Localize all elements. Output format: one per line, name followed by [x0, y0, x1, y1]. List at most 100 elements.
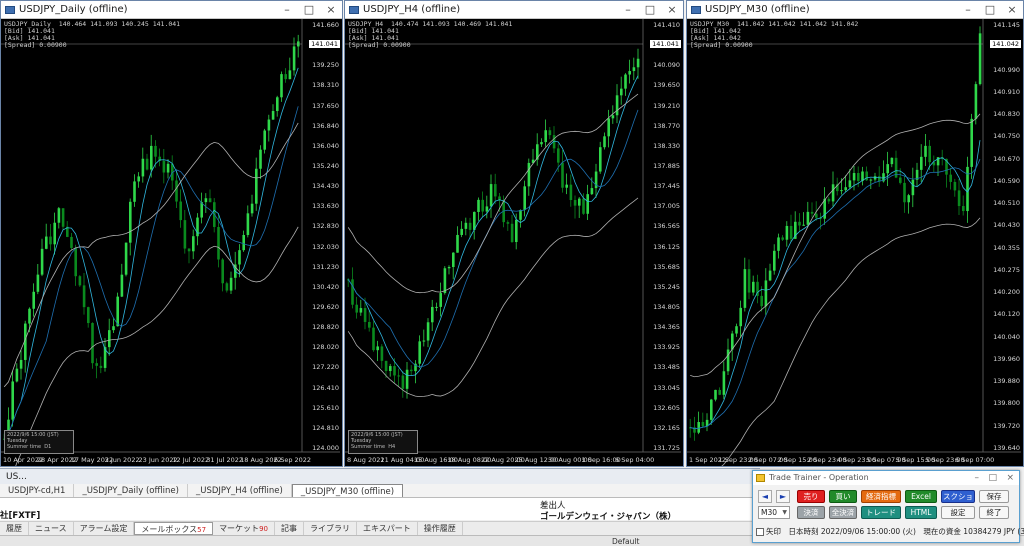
- candle-body: [481, 199, 484, 212]
- candle-body: [953, 181, 957, 191]
- close-icon[interactable]: ×: [1001, 1, 1023, 18]
- close-icon[interactable]: ×: [661, 1, 683, 18]
- exit-button[interactable]: 終了: [979, 506, 1009, 519]
- tab-chart[interactable]: _USDJPY_H4 (offline): [188, 484, 292, 497]
- chart-window-titlebar[interactable]: USDJPY_H4 (offline) – □ ×: [345, 1, 683, 19]
- price-tick-label: 138.310: [312, 81, 339, 90]
- price-tick-label: 136.565: [653, 222, 680, 231]
- sell-button[interactable]: 売り: [797, 490, 825, 503]
- candle-body: [777, 237, 780, 251]
- candle-body: [726, 349, 730, 372]
- candle-body: [489, 184, 493, 207]
- candle-body: [468, 222, 472, 230]
- chart-area[interactable]: USDJPY_Daily 140.464 141.093 140.245 141…: [1, 19, 342, 466]
- candle-body: [970, 118, 973, 167]
- buy-button[interactable]: 買い: [829, 490, 857, 503]
- candle-body: [632, 67, 636, 72]
- html-button[interactable]: HTML: [905, 506, 937, 519]
- candle-body: [443, 268, 447, 294]
- close-icon[interactable]: ×: [1006, 471, 1014, 485]
- tab-news[interactable]: ニュース: [29, 522, 74, 535]
- candle-body: [603, 136, 606, 148]
- app-icon: [756, 474, 765, 482]
- price-tick-label: 140.040: [993, 332, 1020, 341]
- indicators-button[interactable]: 経済指標: [861, 490, 901, 503]
- minimize-icon[interactable]: –: [276, 1, 298, 18]
- maximize-icon[interactable]: □: [988, 471, 997, 485]
- candle-body: [519, 209, 522, 220]
- candle-body: [714, 389, 717, 400]
- candle-body: [11, 381, 14, 420]
- timeframe-select[interactable]: M30 ▼: [758, 506, 790, 519]
- save-button[interactable]: 保存: [979, 490, 1009, 503]
- moving-average-fast: [690, 140, 981, 430]
- candle-body: [99, 365, 103, 368]
- chart-window-icon: [349, 5, 359, 14]
- tab-chart[interactable]: _USDJPY_Daily (offline): [74, 484, 188, 497]
- tab-mailbox[interactable]: メールボックス57: [134, 522, 214, 535]
- candle-body: [624, 74, 627, 89]
- moving-average-slow: [690, 158, 981, 430]
- candle-body: [368, 321, 371, 328]
- terminal-titlebar[interactable]: US...: [0, 468, 760, 484]
- excel-button[interactable]: Excel: [905, 490, 937, 503]
- price-tick-label: 137.005: [653, 202, 680, 211]
- chart-window-h4[interactable]: USDJPY_H4 (offline) – □ × USDJPY_H4 140.474…: [344, 0, 684, 467]
- tab-experts[interactable]: エキスパート: [357, 522, 418, 535]
- chart-window-m30[interactable]: USDJPY_M30 (offline) – □ × USDJPY_M30 141.0…: [686, 0, 1024, 467]
- candle-body: [120, 274, 124, 297]
- candle-body: [607, 118, 610, 137]
- tab-articles[interactable]: 記事: [275, 522, 304, 535]
- candle-body: [380, 346, 384, 361]
- minimize-icon[interactable]: –: [617, 1, 639, 18]
- chart-window-titlebar[interactable]: USDJPY_M30 (offline) – □ ×: [687, 1, 1023, 19]
- settle-all-button[interactable]: 全決済: [829, 506, 857, 519]
- price-tick-label: 124.810: [312, 423, 339, 432]
- tab-alerts[interactable]: アラーム設定: [74, 522, 135, 535]
- candle-body: [974, 84, 978, 119]
- price-tick-label: 124.000: [312, 444, 339, 452]
- settings-button[interactable]: 設定: [941, 506, 975, 519]
- tab-market-label: マーケット: [219, 524, 260, 533]
- minimize-icon[interactable]: –: [975, 471, 980, 485]
- tab-market[interactable]: マーケット90: [213, 522, 275, 535]
- trade-trainer-titlebar[interactable]: Trade Trainer - Operation – □ ×: [753, 471, 1019, 485]
- price-tick-label: 140.355: [993, 243, 1020, 252]
- prev-button[interactable]: ◄: [758, 490, 772, 503]
- candle-body: [620, 88, 623, 96]
- tab-library[interactable]: ライブラリ: [304, 522, 357, 535]
- bollinger-upper: [347, 93, 639, 294]
- screenshot-button[interactable]: スクショ: [941, 490, 975, 503]
- close-icon[interactable]: ×: [320, 1, 342, 18]
- chart-area[interactable]: USDJPY_M30 141.042 141.042 141.042 141.0…: [687, 19, 1023, 466]
- market-count-badge: 90: [259, 525, 268, 533]
- price-tick-label: 133.925: [653, 343, 680, 352]
- tab-journal[interactable]: 操作履歴: [418, 522, 463, 535]
- price-chart: [345, 19, 681, 453]
- chart-window-titlebar[interactable]: USDJPY_Daily (offline) – □ ×: [1, 1, 342, 19]
- maximize-icon[interactable]: □: [639, 1, 661, 18]
- candle-body: [204, 198, 208, 203]
- maximize-icon[interactable]: □: [979, 1, 1001, 18]
- maximize-icon[interactable]: □: [298, 1, 320, 18]
- chart-window-daily[interactable]: USDJPY_Daily (offline) – □ × USDJPY_Daily 1…: [0, 0, 343, 467]
- candle-body: [292, 46, 296, 71]
- candle-body: [112, 326, 115, 331]
- next-button[interactable]: ►: [776, 490, 790, 503]
- chevron-down-icon: ▼: [782, 509, 787, 516]
- candle-body: [150, 145, 153, 170]
- candle-body: [187, 248, 191, 252]
- trade-button[interactable]: トレード: [861, 506, 901, 519]
- tab-chart-active[interactable]: _USDJPY_M30 (offline): [291, 484, 404, 497]
- settle-button[interactable]: 決済: [797, 506, 825, 519]
- candle-body: [267, 119, 271, 131]
- candle-body: [359, 308, 363, 313]
- tab-history[interactable]: 履歴: [0, 522, 29, 535]
- chart-area[interactable]: USDJPY_H4 140.474 141.093 140.469 141.04…: [345, 19, 683, 466]
- arrow-checkbox[interactable]: [756, 528, 764, 536]
- candle-body: [477, 199, 480, 212]
- tab-chart[interactable]: USDJPY-cd,H1: [0, 484, 75, 497]
- minimize-icon[interactable]: –: [957, 1, 979, 18]
- candle-body: [45, 236, 48, 249]
- candle-body: [903, 182, 906, 203]
